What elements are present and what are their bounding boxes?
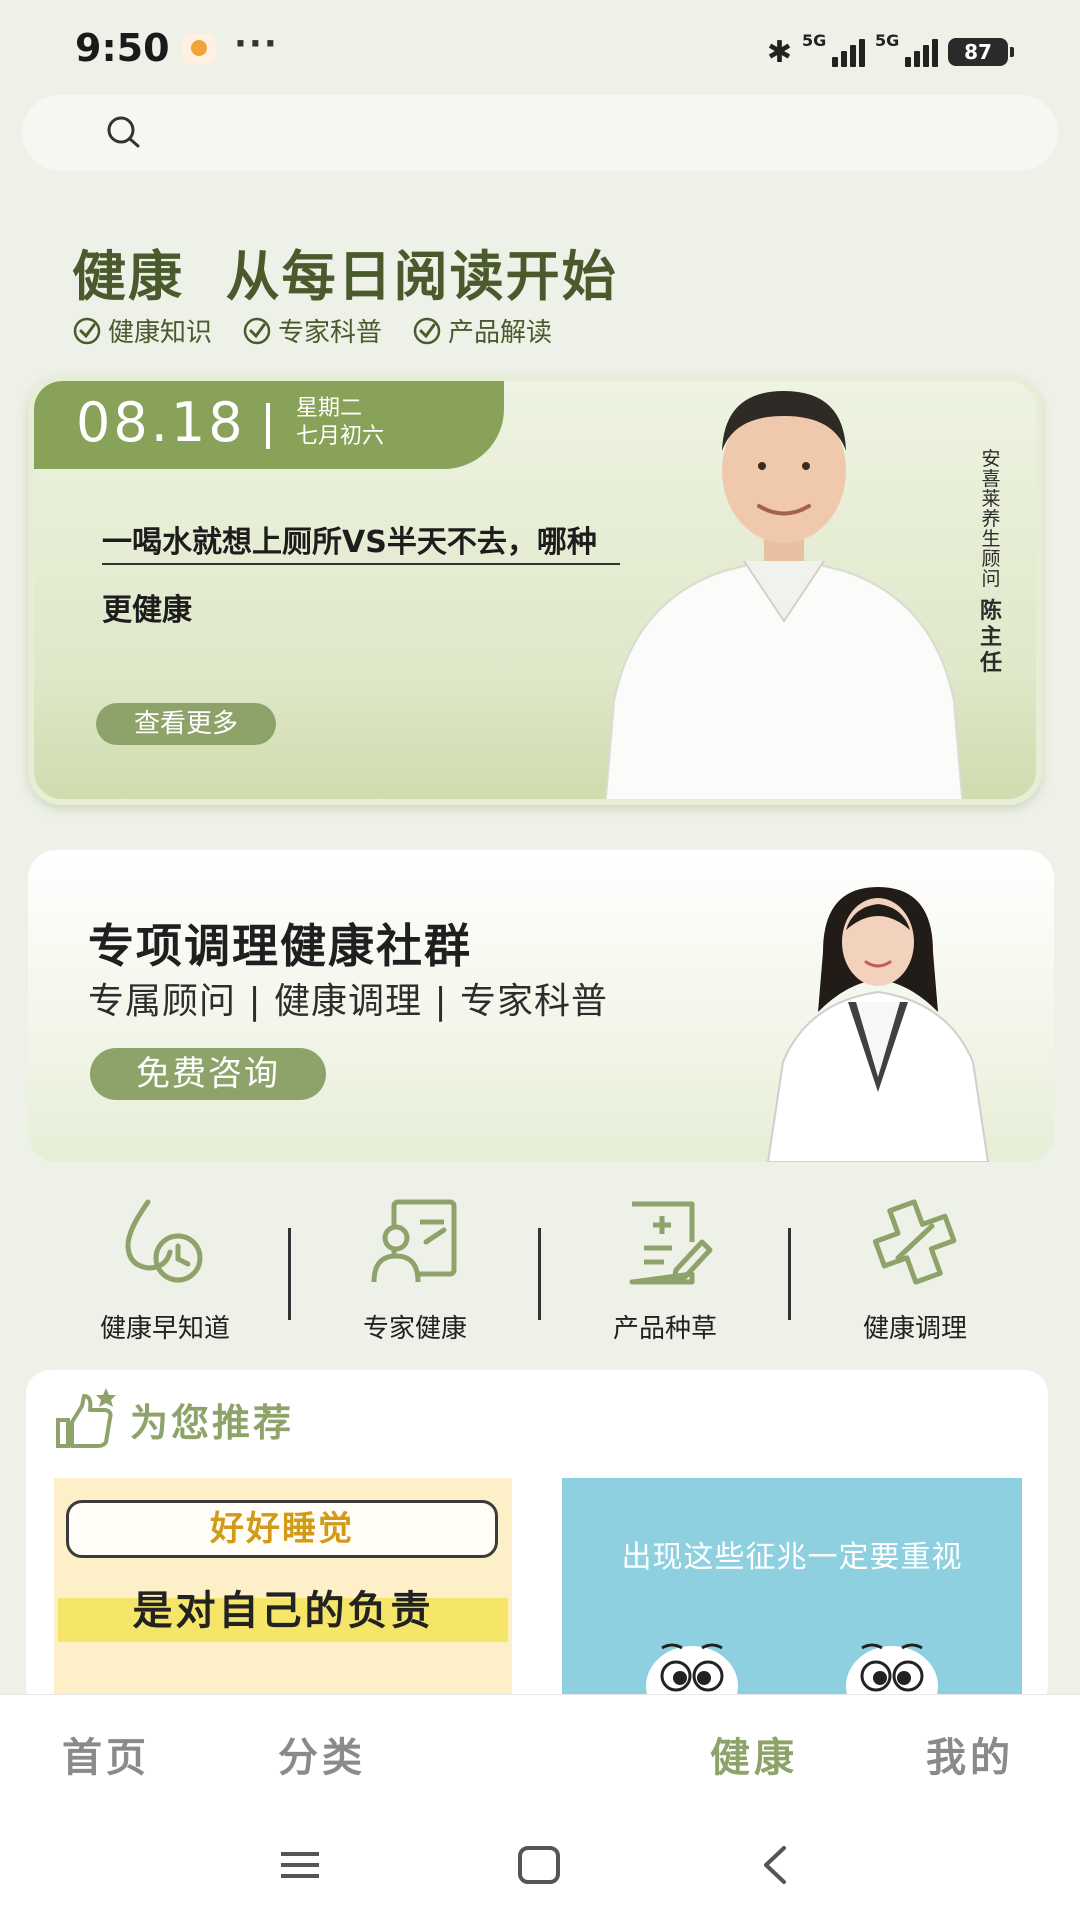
date-tab: 08.18 星期二 七月初六 (34, 381, 504, 469)
divider (102, 563, 620, 565)
category-product-picks[interactable]: 产品种草 (538, 1190, 790, 1350)
menu-icon[interactable] (275, 1840, 325, 1890)
back-icon[interactable] (752, 1840, 802, 1890)
check-circle-icon (243, 317, 271, 344)
recommend-title: 为您推荐 (130, 1400, 295, 1445)
community-title: 专项调理健康社群 (88, 919, 472, 973)
thumbs-up-icon (56, 1388, 116, 1448)
tag-expert-science: 专家科普 (242, 312, 382, 349)
tag-product-explain: 产品解读 (412, 312, 552, 349)
recommend-card-sleep[interactable]: 好好睡觉 是对自己的负责 (54, 1478, 512, 1710)
app-notification-icon (182, 34, 216, 64)
recommend-card-symptoms[interactable]: 出现这些征兆一定要重视 (562, 1478, 1022, 1710)
daily-article-banner[interactable]: 08.18 星期二 七月初六 一喝水就想上厕所VS半天不去，哪种更健康 查看更多… (28, 375, 1042, 805)
date-detail: 星期二 七月初六 (296, 396, 385, 449)
article-title[interactable]: 一喝水就想上厕所VS半天不去，哪种更健康 (102, 509, 622, 645)
category-divider (538, 1228, 541, 1320)
community-subtitle: 专属顾问 | 健康调理 | 专家科普 (88, 981, 609, 1022)
headline-tags: 健康知识 专家科普 产品解读 (72, 312, 552, 349)
doctor-caption: 安喜莱养生顾问 (981, 448, 1001, 590)
status-indicators: ✱ 5G 5G 87 (766, 31, 1014, 72)
nav-category[interactable]: 分类 (278, 1725, 366, 1783)
bottom-nav: 首页 分类 健康 我的 (0, 1694, 1080, 1804)
signal-icon: 5G (875, 31, 938, 67)
check-circle-icon (73, 317, 101, 344)
page-headline: 健康 从每日阅读开始 (72, 245, 618, 308)
recommend-section: 为您推荐 好好睡觉 是对自己的负责 出现这些征兆一定要重视 (26, 1370, 1048, 1710)
doctor-portrait (604, 391, 964, 799)
check-circle-icon (413, 317, 441, 344)
category-health-early-know[interactable]: 健康早知道 (40, 1190, 290, 1350)
health-community-card[interactable]: 专项调理健康社群 专属顾问 | 健康调理 | 专家科普 免费咨询 (28, 850, 1054, 1162)
recommend-header: 为您推荐 (54, 1386, 294, 1452)
clock: 9:50 (75, 26, 170, 70)
nav-home[interactable]: 首页 (62, 1725, 150, 1783)
view-more-button[interactable]: 查看更多 (96, 703, 276, 745)
water-clock-icon (125, 1199, 203, 1283)
category-divider (788, 1228, 791, 1320)
status-bar: 9:50 ··· ✱ 5G 5G 87 (0, 0, 1080, 90)
expert-board-icon (371, 1199, 457, 1283)
system-nav-bar (0, 1804, 1080, 1920)
more-notifications-icon: ··· (234, 24, 279, 64)
card-tag: 好好睡觉 (66, 1500, 498, 1558)
date-label: 08.18 (76, 391, 246, 454)
bandage-icon (872, 1199, 957, 1285)
nav-health[interactable]: 健康 (710, 1725, 798, 1783)
advisor-portrait (766, 887, 990, 1162)
card-headline: 出现这些征兆一定要重视 (621, 1540, 963, 1575)
battery-icon: 87 (948, 38, 1014, 66)
card-headline: 是对自己的负责 (132, 1588, 434, 1634)
free-consult-button[interactable]: 免费咨询 (90, 1048, 326, 1100)
search-icon[interactable] (104, 113, 144, 153)
tag-health-knowledge: 健康知识 (72, 312, 212, 349)
category-row: 健康早知道 专家健康 产品种草 健康调理 (40, 1190, 1040, 1350)
note-plus-icon (629, 1201, 713, 1285)
category-divider (288, 1228, 291, 1320)
bluetooth-icon: ✱ (766, 34, 792, 70)
doctor-name: 陈主任 (979, 599, 1002, 676)
signal-icon: 5G (802, 31, 865, 67)
nav-mine[interactable]: 我的 (926, 1725, 1014, 1783)
category-expert-health[interactable]: 专家健康 (288, 1190, 540, 1350)
search-bar[interactable] (22, 95, 1058, 171)
date-divider (266, 403, 270, 449)
category-health-conditioning[interactable]: 健康调理 (788, 1190, 1040, 1350)
home-square-icon[interactable] (514, 1840, 564, 1890)
